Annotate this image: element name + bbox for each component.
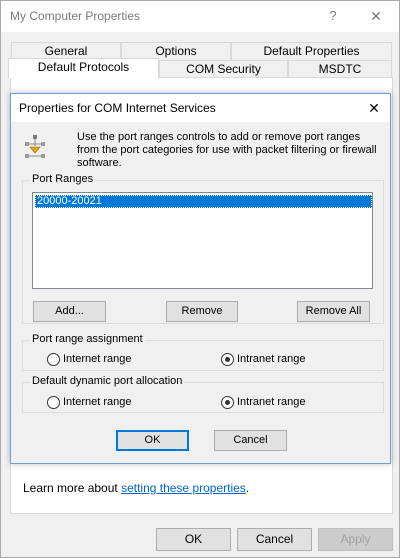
radio-unchecked-icon — [47, 353, 60, 366]
assignment-internet-label: Internet range — [63, 353, 132, 365]
allocation-internet-label: Internet range — [63, 396, 132, 408]
allocation-intranet-radio[interactable]: Intranet range — [221, 396, 331, 410]
tab-msdtc[interactable]: MSDTC — [288, 60, 392, 78]
ok-button[interactable]: OK — [156, 528, 231, 551]
apply-button[interactable]: Apply — [318, 528, 393, 551]
network-ports-icon — [25, 135, 45, 158]
dialog-close-icon[interactable]: ✕ — [363, 97, 385, 119]
allocation-internet-radio[interactable]: Internet range — [47, 396, 157, 410]
tab-default-protocols[interactable]: Default Protocols — [8, 58, 159, 78]
learn-more-suffix: . — [245, 481, 250, 495]
cancel-button[interactable]: Cancel — [237, 528, 312, 551]
tab-default-properties[interactable]: Default Properties — [231, 42, 392, 60]
com-internet-services-dialog: Properties for COM Internet Services ✕ U… — [10, 93, 391, 464]
dynamic-port-allocation-label: Default dynamic port allocation — [30, 375, 185, 387]
window-title: My Computer Properties — [10, 9, 141, 23]
remove-all-button[interactable]: Remove All — [297, 301, 370, 322]
learn-more-prefix: Learn more about — [23, 481, 122, 495]
info-text: Use the port ranges controls to add or r… — [77, 131, 377, 169]
dialog-ok-button[interactable]: OK — [116, 430, 189, 451]
allocation-intranet-label: Intranet range — [237, 396, 306, 408]
close-icon[interactable]: ✕ — [365, 5, 387, 27]
window-titlebar[interactable]: My Computer Properties ? ✕ — [1, 1, 399, 32]
radio-checked-icon — [221, 396, 234, 409]
port-ranges-label: Port Ranges — [30, 173, 96, 185]
learn-more-text: Learn more about setting these propertie… — [23, 481, 249, 495]
assignment-internet-radio[interactable]: Internet range — [47, 353, 157, 367]
remove-button[interactable]: Remove — [166, 301, 238, 322]
port-range-assignment-label: Port range assignment — [30, 333, 145, 345]
list-item[interactable]: 20000-20021 — [35, 195, 372, 208]
dialog-cancel-button[interactable]: Cancel — [214, 430, 287, 451]
dialog-titlebar[interactable]: Properties for COM Internet Services ✕ — [11, 94, 390, 122]
radio-checked-icon — [221, 353, 234, 366]
assignment-intranet-label: Intranet range — [237, 353, 306, 365]
dialog-title: Properties for COM Internet Services — [19, 101, 216, 115]
port-ranges-listbox[interactable]: 20000-20021 — [32, 192, 373, 289]
assignment-intranet-radio[interactable]: Intranet range — [221, 353, 331, 367]
setting-these-properties-link[interactable]: setting these properties — [121, 481, 246, 495]
add-button[interactable]: Add... — [33, 301, 106, 322]
radio-unchecked-icon — [47, 396, 60, 409]
help-icon[interactable]: ? — [323, 5, 343, 27]
tab-com-security[interactable]: COM Security — [159, 60, 288, 78]
